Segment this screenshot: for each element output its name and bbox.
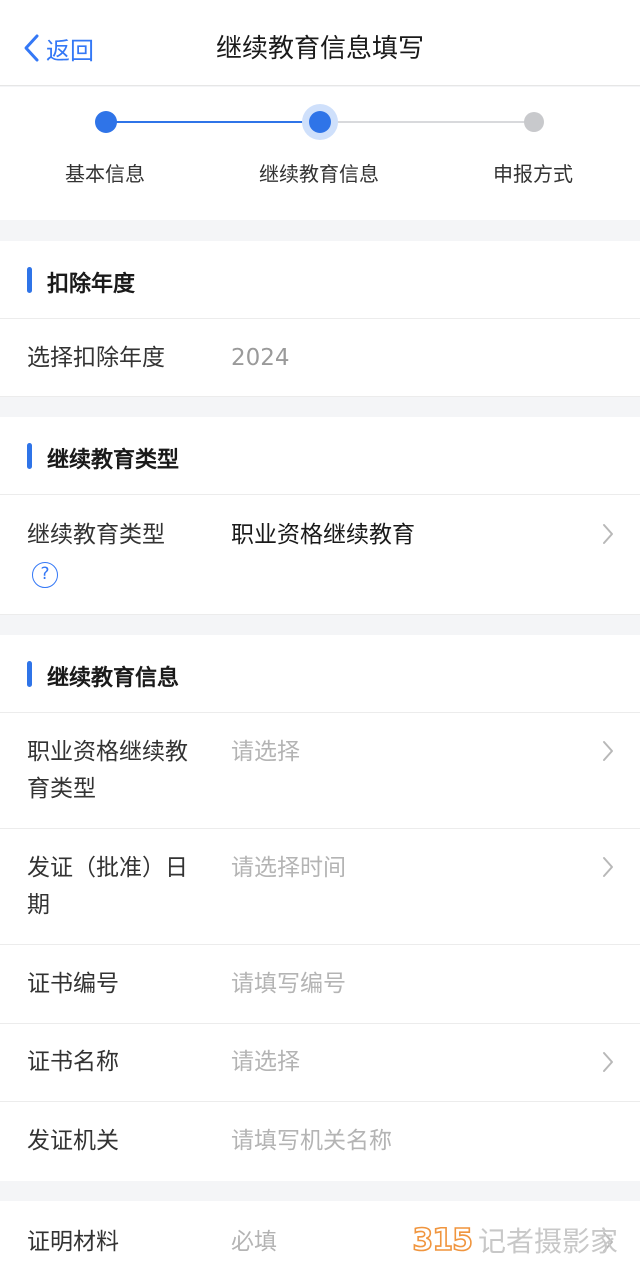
chevron-right-icon xyxy=(603,857,613,877)
chevron-right-icon xyxy=(603,741,613,761)
section-accent-bar xyxy=(27,661,32,687)
watermark-number: 315 xyxy=(412,1222,474,1259)
qualification-type-placeholder: 请选择 xyxy=(231,739,300,765)
step-label-edu-info: 继续教育信息 xyxy=(259,162,379,186)
step-progress: 基本信息 继续教育信息 申报方式 xyxy=(0,87,640,220)
field-label: 证书名称 xyxy=(27,1049,119,1075)
edu-type-value: 职业资格继续教育 xyxy=(231,522,415,548)
chevron-left-icon xyxy=(24,34,39,62)
section-title: 继续教育信息 xyxy=(47,666,180,691)
step-label-basic-info: 基本信息 xyxy=(65,162,145,186)
field-label: 证书编号 xyxy=(27,971,119,997)
page-title: 继续教育信息填写 xyxy=(215,34,424,64)
issue-date-picker[interactable]: 发证（批准）日期 请选择时间 xyxy=(0,829,640,945)
navigation-bar: 返回 继续教育信息填写 xyxy=(0,0,640,86)
proof-material-placeholder: 必填 xyxy=(231,1229,277,1255)
qualification-type-select[interactable]: 职业资格继续教育类型 请选择 xyxy=(0,713,640,829)
field-label: 发证机关 xyxy=(27,1128,119,1154)
issuing-authority-placeholder: 请填写机关名称 xyxy=(231,1128,392,1154)
deduction-year-select[interactable]: 选择扣除年度 2024 xyxy=(0,319,640,397)
step-track-pending xyxy=(320,121,534,123)
field-label: 发证（批准）日期 xyxy=(27,855,188,918)
step-dot-declare-method xyxy=(524,112,544,132)
help-icon[interactable]: ? xyxy=(32,562,58,588)
section-title: 继续教育类型 xyxy=(47,448,180,473)
certificate-name-placeholder: 请选择 xyxy=(231,1049,300,1075)
certificate-name-select[interactable]: 证书名称 请选择 xyxy=(0,1024,640,1102)
edu-type-select[interactable]: 继续教育类型 ? 职业资格继续教育 xyxy=(0,495,640,615)
back-button[interactable]: 返回 xyxy=(22,30,94,66)
section-edu-type: 继续教育类型 xyxy=(0,417,640,495)
chevron-right-icon xyxy=(603,1052,613,1072)
step-dot-basic-info xyxy=(95,111,117,133)
step-track-done xyxy=(106,121,320,123)
certificate-number-input[interactable]: 证书编号 请填写编号 xyxy=(0,945,640,1024)
deduction-year-value: 2024 xyxy=(231,345,290,371)
field-label: 职业资格继续教育类型 xyxy=(27,739,188,802)
back-label: 返回 xyxy=(46,36,94,65)
watermark-text: 记者摄影家 xyxy=(477,1225,618,1258)
section-accent-bar xyxy=(27,443,32,469)
field-label: 证明材料 xyxy=(27,1229,119,1255)
certificate-number-placeholder: 请填写编号 xyxy=(231,971,346,997)
section-accent-bar xyxy=(27,267,32,293)
section-title: 扣除年度 xyxy=(47,272,136,297)
field-label: 继续教育类型 xyxy=(27,522,165,548)
field-label: 选择扣除年度 xyxy=(27,345,165,371)
step-label-declare-method: 申报方式 xyxy=(493,162,573,186)
step-dot-edu-info xyxy=(309,111,331,133)
watermark: 315 记者摄影家 xyxy=(412,1222,618,1259)
chevron-right-icon xyxy=(603,524,613,544)
issue-date-placeholder: 请选择时间 xyxy=(231,855,346,881)
section-edu-info: 继续教育信息 xyxy=(0,635,640,713)
issuing-authority-input[interactable]: 发证机关 请填写机关名称 xyxy=(0,1102,640,1181)
section-deduction-year: 扣除年度 xyxy=(0,241,640,319)
